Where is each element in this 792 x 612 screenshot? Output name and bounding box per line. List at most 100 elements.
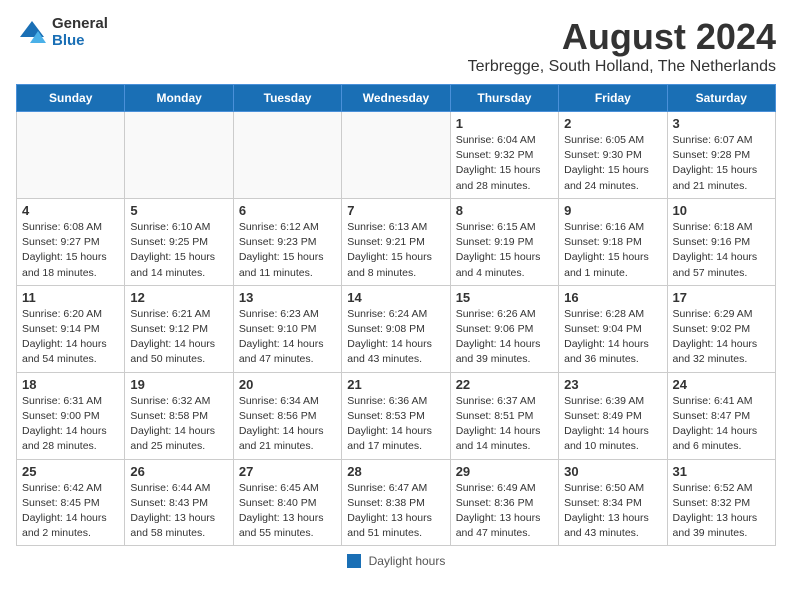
calendar-cell: 3 Sunrise: 6:07 AMSunset: 9:28 PMDaylight…	[667, 112, 775, 199]
legend-label: Daylight hours	[369, 554, 446, 568]
calendar-cell: 5 Sunrise: 6:10 AMSunset: 9:25 PMDaylight…	[125, 198, 233, 285]
footer: Daylight hours	[16, 554, 776, 568]
calendar-cell	[233, 112, 341, 199]
day-info: Sunrise: 6:10 AMSunset: 9:25 PMDaylight:…	[130, 220, 227, 281]
calendar-cell: 21 Sunrise: 6:36 AMSunset: 8:53 PMDayligh…	[342, 372, 450, 459]
calendar-cell: 11 Sunrise: 6:20 AMSunset: 9:14 PMDayligh…	[17, 285, 125, 372]
day-number: 27	[239, 464, 336, 479]
day-info: Sunrise: 6:15 AMSunset: 9:19 PMDaylight:…	[456, 220, 553, 281]
calendar-cell: 14Sunrise: 6:24 AMSunset: 9:08 PMDayligh…	[342, 285, 450, 372]
day-number: 21	[347, 377, 444, 392]
day-number: 1	[456, 116, 553, 131]
calendar-cell: 27 Sunrise: 6:45 AMSunset: 8:40 PMDayligh…	[233, 459, 341, 546]
day-number: 5	[130, 203, 227, 218]
day-info: Sunrise: 6:24 AMSunset: 9:08 PMDaylight:…	[347, 307, 444, 368]
day-info: Sunrise: 6:52 AMSunset: 8:32 PMDaylight:…	[673, 481, 770, 542]
calendar-cell: 4 Sunrise: 6:08 AMSunset: 9:27 PMDaylight…	[17, 198, 125, 285]
day-number: 26	[130, 464, 227, 479]
day-info: Sunrise: 6:07 AMSunset: 9:28 PMDaylight:…	[673, 133, 770, 194]
day-number: 25	[22, 464, 119, 479]
day-number: 11	[22, 290, 119, 305]
calendar-week-row: 25 Sunrise: 6:42 AMSunset: 8:45 PMDayligh…	[17, 459, 776, 546]
weekday-header: Wednesday	[342, 85, 450, 112]
calendar-cell: 7Sunrise: 6:13 AMSunset: 9:21 PMDaylight…	[342, 198, 450, 285]
day-info: Sunrise: 6:31 AMSunset: 9:00 PMDaylight:…	[22, 394, 119, 455]
day-number: 29	[456, 464, 553, 479]
day-info: Sunrise: 6:23 AMSunset: 9:10 PMDaylight:…	[239, 307, 336, 368]
calendar-week-row: 18 Sunrise: 6:31 AMSunset: 9:00 PMDayligh…	[17, 372, 776, 459]
calendar-cell: 30 Sunrise: 6:50 AMSunset: 8:34 PMDayligh…	[559, 459, 667, 546]
day-number: 10	[673, 203, 770, 218]
day-info: Sunrise: 6:05 AMSunset: 9:30 PMDaylight:…	[564, 133, 661, 194]
weekday-header: Monday	[125, 85, 233, 112]
calendar-cell: 24 Sunrise: 6:41 AMSunset: 8:47 PMDayligh…	[667, 372, 775, 459]
logo-icon	[16, 17, 48, 49]
day-info: Sunrise: 6:44 AMSunset: 8:43 PMDaylight:…	[130, 481, 227, 542]
weekday-header: Tuesday	[233, 85, 341, 112]
weekday-header: Friday	[559, 85, 667, 112]
main-title: August 2024	[468, 16, 776, 58]
calendar-cell: 19Sunrise: 6:32 AMSunset: 8:58 PMDayligh…	[125, 372, 233, 459]
title-area: August 2024 Terbregge, South Holland, Th…	[468, 16, 776, 76]
day-number: 20	[239, 377, 336, 392]
day-number: 3	[673, 116, 770, 131]
logo-general-text: General	[52, 16, 108, 33]
day-number: 17	[673, 290, 770, 305]
day-number: 22	[456, 377, 553, 392]
calendar-cell: 28 Sunrise: 6:47 AMSunset: 8:38 PMDayligh…	[342, 459, 450, 546]
day-info: Sunrise: 6:08 AMSunset: 9:27 PMDaylight:…	[22, 220, 119, 281]
day-info: Sunrise: 6:39 AMSunset: 8:49 PMDaylight:…	[564, 394, 661, 455]
day-number: 30	[564, 464, 661, 479]
calendar-cell: 6 Sunrise: 6:12 AMSunset: 9:23 PMDaylight…	[233, 198, 341, 285]
day-info: Sunrise: 6:20 AMSunset: 9:14 PMDaylight:…	[22, 307, 119, 368]
header: General Blue August 2024 Terbregge, Sout…	[16, 16, 776, 76]
calendar-cell: 17Sunrise: 6:29 AMSunset: 9:02 PMDayligh…	[667, 285, 775, 372]
calendar-cell: 25 Sunrise: 6:42 AMSunset: 8:45 PMDayligh…	[17, 459, 125, 546]
day-info: Sunrise: 6:36 AMSunset: 8:53 PMDaylight:…	[347, 394, 444, 455]
day-info: Sunrise: 6:13 AMSunset: 9:21 PMDaylight:…	[347, 220, 444, 281]
day-info: Sunrise: 6:18 AMSunset: 9:16 PMDaylight:…	[673, 220, 770, 281]
calendar: SundayMondayTuesdayWednesdayThursdayFrid…	[16, 84, 776, 546]
day-number: 28	[347, 464, 444, 479]
day-number: 2	[564, 116, 661, 131]
day-number: 8	[456, 203, 553, 218]
day-info: Sunrise: 6:34 AMSunset: 8:56 PMDaylight:…	[239, 394, 336, 455]
weekday-header: Saturday	[667, 85, 775, 112]
calendar-cell: 29 Sunrise: 6:49 AMSunset: 8:36 PMDayligh…	[450, 459, 558, 546]
calendar-cell: 12Sunrise: 6:21 AMSunset: 9:12 PMDayligh…	[125, 285, 233, 372]
calendar-cell: 15Sunrise: 6:26 AMSunset: 9:06 PMDayligh…	[450, 285, 558, 372]
calendar-cell	[17, 112, 125, 199]
weekday-header: Thursday	[450, 85, 558, 112]
calendar-cell: 9Sunrise: 6:16 AMSunset: 9:18 PMDaylight…	[559, 198, 667, 285]
day-number: 4	[22, 203, 119, 218]
calendar-cell: 13Sunrise: 6:23 AMSunset: 9:10 PMDayligh…	[233, 285, 341, 372]
calendar-cell: 31Sunrise: 6:52 AMSunset: 8:32 PMDayligh…	[667, 459, 775, 546]
logo-blue-text: Blue	[52, 33, 108, 50]
day-info: Sunrise: 6:41 AMSunset: 8:47 PMDaylight:…	[673, 394, 770, 455]
day-info: Sunrise: 6:32 AMSunset: 8:58 PMDaylight:…	[130, 394, 227, 455]
calendar-cell: 18 Sunrise: 6:31 AMSunset: 9:00 PMDayligh…	[17, 372, 125, 459]
day-info: Sunrise: 6:50 AMSunset: 8:34 PMDaylight:…	[564, 481, 661, 542]
day-info: Sunrise: 6:12 AMSunset: 9:23 PMDaylight:…	[239, 220, 336, 281]
day-info: Sunrise: 6:49 AMSunset: 8:36 PMDaylight:…	[456, 481, 553, 542]
subtitle: Terbregge, South Holland, The Netherland…	[468, 58, 776, 76]
day-number: 6	[239, 203, 336, 218]
legend-color-box	[347, 554, 361, 568]
day-info: Sunrise: 6:45 AMSunset: 8:40 PMDaylight:…	[239, 481, 336, 542]
calendar-cell: 1Sunrise: 6:04 AMSunset: 9:32 PMDaylight…	[450, 112, 558, 199]
day-info: Sunrise: 6:42 AMSunset: 8:45 PMDaylight:…	[22, 481, 119, 542]
calendar-cell: 22Sunrise: 6:37 AMSunset: 8:51 PMDayligh…	[450, 372, 558, 459]
calendar-cell: 23 Sunrise: 6:39 AMSunset: 8:49 PMDayligh…	[559, 372, 667, 459]
day-number: 12	[130, 290, 227, 305]
calendar-cell: 16Sunrise: 6:28 AMSunset: 9:04 PMDayligh…	[559, 285, 667, 372]
calendar-cell: 10 Sunrise: 6:18 AMSunset: 9:16 PMDayligh…	[667, 198, 775, 285]
day-number: 16	[564, 290, 661, 305]
calendar-week-row: 1Sunrise: 6:04 AMSunset: 9:32 PMDaylight…	[17, 112, 776, 199]
calendar-cell: 8 Sunrise: 6:15 AMSunset: 9:19 PMDaylight…	[450, 198, 558, 285]
day-number: 23	[564, 377, 661, 392]
calendar-week-row: 11 Sunrise: 6:20 AMSunset: 9:14 PMDayligh…	[17, 285, 776, 372]
day-number: 24	[673, 377, 770, 392]
day-number: 18	[22, 377, 119, 392]
day-info: Sunrise: 6:47 AMSunset: 8:38 PMDaylight:…	[347, 481, 444, 542]
calendar-cell	[125, 112, 233, 199]
